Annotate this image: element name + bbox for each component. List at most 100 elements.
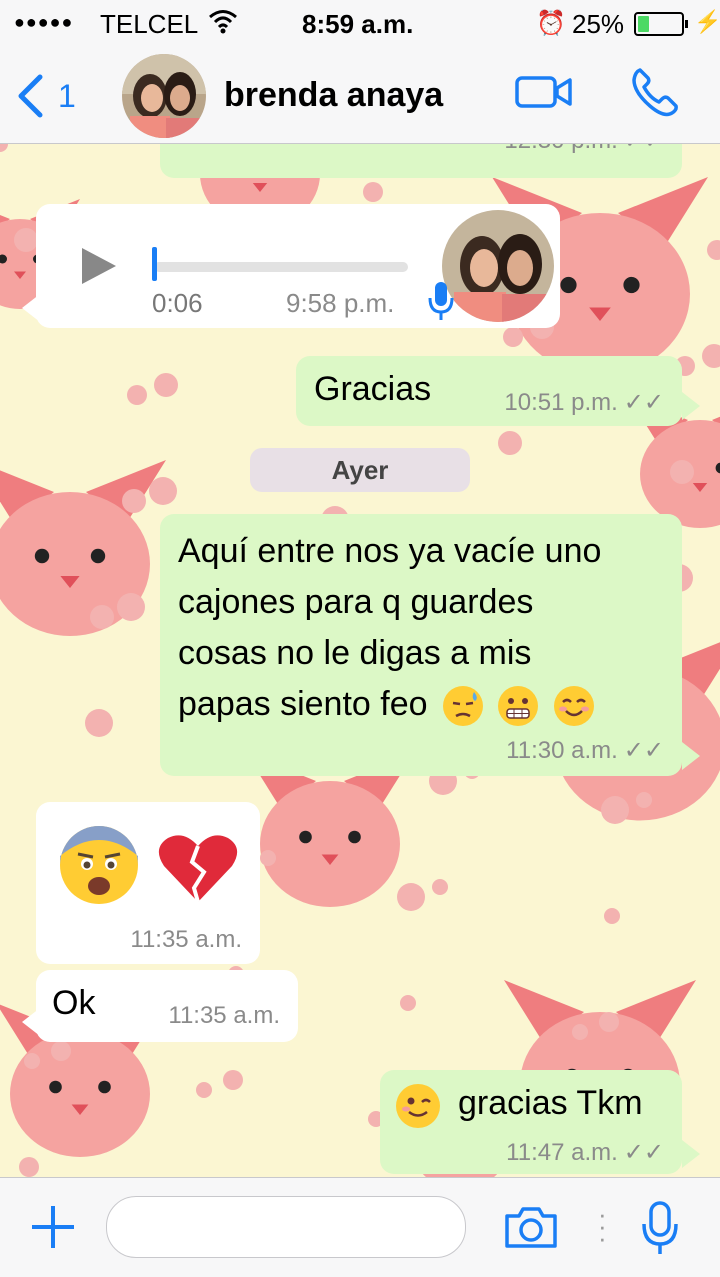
microphone-icon <box>426 280 456 331</box>
voice-message-bubble[interactable]: 0:06 9:58 p.m. <box>36 204 560 328</box>
read-receipt-icon: ✓✓ <box>623 389 664 416</box>
message-time: 11:35 a.m. <box>168 1002 280 1029</box>
message-input[interactable] <box>106 1196 466 1258</box>
wallpaper-dot <box>51 1041 71 1061</box>
message-bubble-incoming[interactable]: 11:35 a.m. <box>36 802 260 964</box>
carrier-name: TELCEL <box>100 9 199 39</box>
wallpaper-dot <box>260 850 276 866</box>
battery-icon <box>634 12 684 36</box>
pig-head-decoration <box>246 753 414 907</box>
battery-tip <box>685 20 688 28</box>
wallpaper-dot <box>363 182 383 202</box>
clock-time: 8:59 a.m. <box>302 9 414 39</box>
contact-avatar[interactable] <box>122 54 206 138</box>
wallpaper-dot <box>24 1053 40 1069</box>
video-call-button[interactable] <box>514 74 574 115</box>
date-separator: Ayer <box>250 448 470 492</box>
read-receipt-icon: ✓✓ <box>623 737 664 764</box>
message-text: gracias Tkm <box>458 1084 643 1122</box>
wallpaper-dot <box>127 385 147 405</box>
winking-face-icon <box>396 1084 440 1128</box>
message-time: 11:47 a.m. ✓✓ <box>506 1139 664 1166</box>
camera-icon <box>505 1207 557 1248</box>
wallpaper-dot <box>707 240 720 260</box>
wallpaper-dot <box>397 883 425 911</box>
message-bubble-outgoing[interactable]: gracias Tkm 11:47 a.m. ✓✓ <box>380 1070 682 1174</box>
attach-button[interactable] <box>30 1204 76 1255</box>
message-time: 10:51 p.m. ✓✓ <box>504 389 664 416</box>
read-receipt-icon: ✓✓ <box>624 144 664 154</box>
voice-call-button[interactable] <box>626 64 682 125</box>
message-bubble-incoming[interactable]: Ok 11:35 a.m. <box>36 970 298 1042</box>
read-receipt-icon: ✓✓ <box>623 1139 664 1166</box>
message-time: 11:30 a.m. ✓✓ <box>506 737 664 764</box>
message-bubble-outgoing[interactable]: 12:30 p.m.✓✓ <box>160 144 682 178</box>
camera-button[interactable] <box>503 1204 559 1255</box>
video-camera-icon <box>515 76 572 108</box>
wallpaper-dot <box>0 144 8 152</box>
wallpaper-dot <box>503 327 523 347</box>
voice-progress-track[interactable] <box>154 262 408 272</box>
bubble-tail <box>22 1008 40 1036</box>
bubble-tail <box>682 742 700 770</box>
wallpaper-dot <box>400 995 416 1011</box>
wallpaper-dot <box>604 908 620 924</box>
bubble-tail <box>682 392 700 420</box>
wallpaper-dot <box>432 879 448 895</box>
wallpaper-dot <box>14 228 38 252</box>
message-time: 12:30 p.m.✓✓ <box>504 144 664 155</box>
wallpaper-dot <box>19 1157 39 1177</box>
voice-avatar <box>442 210 554 322</box>
chat-area[interactable]: 12:30 p.m.✓✓ 0:06 9:58 p.m. Gracia <box>0 144 720 1177</box>
message-time: 9:58 p.m. <box>286 288 395 318</box>
message-time: 11:35 a.m. <box>130 926 242 953</box>
wallpaper-dot <box>572 1024 588 1040</box>
wallpaper-dot <box>149 477 177 505</box>
wallpaper-dot <box>223 1070 243 1090</box>
phone-icon <box>632 68 678 117</box>
message-text: Gracias <box>314 370 432 408</box>
charging-bolt-icon: ⚡ <box>694 9 720 34</box>
wallpaper-dot <box>498 431 522 455</box>
unread-count: 1 <box>58 77 76 114</box>
bubble-tail <box>682 1140 700 1168</box>
alarm-clock-icon: ⏰ <box>536 10 566 37</box>
smiling-face-icon <box>553 686 594 727</box>
wallpaper-dot <box>154 373 178 397</box>
broken-heart-icon <box>158 832 238 913</box>
wallpaper-dot <box>702 344 720 368</box>
chevron-left-icon <box>18 74 43 118</box>
battery-fill <box>638 16 649 32</box>
microphone-icon <box>642 1201 678 1254</box>
wallpaper-dot <box>599 1012 619 1032</box>
message-bubble-outgoing[interactable]: Aquí entre nos ya vacíe uno cajones para… <box>160 514 682 776</box>
wallpaper-dot <box>122 489 146 513</box>
downcast-sweat-face-icon <box>442 686 483 727</box>
signal-strength-icon: ●●●●● <box>14 12 74 32</box>
wallpaper-dot <box>670 460 694 484</box>
wallpaper-dot <box>601 796 629 824</box>
wallpaper-dot <box>85 709 113 737</box>
message-text: Ok <box>52 984 96 1022</box>
battery-percent: 25% <box>572 9 625 39</box>
wifi-icon <box>208 8 238 41</box>
wallpaper-dot <box>196 1082 212 1098</box>
message-text: Aquí entre nos ya vacíe uno cajones para… <box>178 526 601 730</box>
back-button[interactable]: 1 <box>16 68 76 124</box>
play-icon[interactable] <box>78 244 120 297</box>
wallpaper-dot <box>90 605 114 629</box>
bubble-tail <box>22 294 40 322</box>
wallpaper-dot <box>117 593 145 621</box>
wallpaper-dot <box>636 792 652 808</box>
more-options-icon[interactable]: · · · <box>598 1201 607 1251</box>
grimacing-face-icon <box>498 686 539 727</box>
chat-header: 1 brenda anaya <box>0 48 720 144</box>
fearful-face-icon <box>60 826 138 904</box>
voice-duration: 0:06 <box>152 288 203 318</box>
status-bar: ●●●●● TELCEL 8:59 a.m. ⏰ 25% ⚡ <box>0 0 720 48</box>
message-bubble-outgoing[interactable]: Gracias 10:51 p.m. ✓✓ <box>296 356 682 426</box>
contact-name[interactable]: brenda anaya <box>224 76 443 115</box>
plus-icon <box>32 1206 74 1248</box>
record-voice-button[interactable] <box>640 1200 680 1261</box>
voice-scrubber[interactable] <box>152 247 157 281</box>
